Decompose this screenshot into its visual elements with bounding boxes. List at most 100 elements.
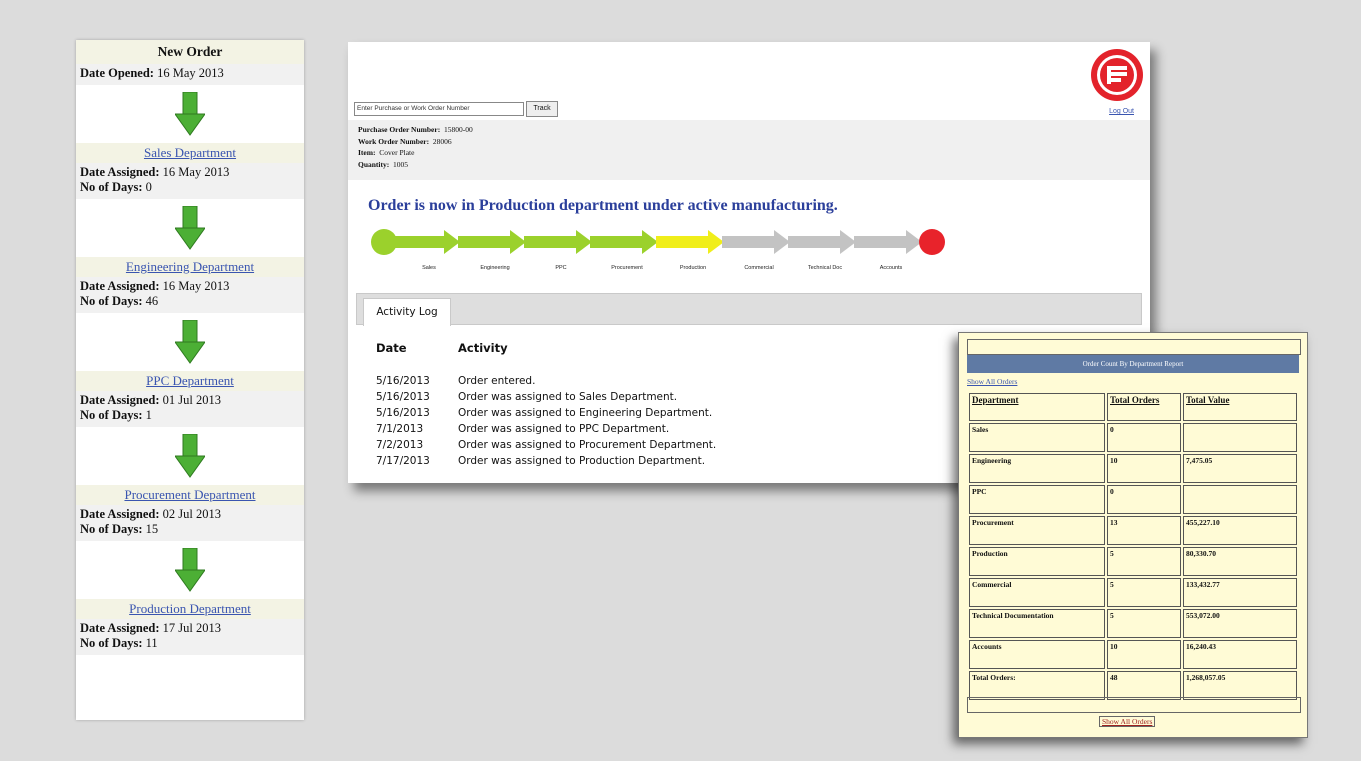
report-cell-orders: 5: [1107, 609, 1181, 638]
department-link[interactable]: Production Department: [129, 601, 251, 616]
progress-step-arrow: [524, 230, 592, 254]
tab-activity-log[interactable]: Activity Log: [363, 298, 451, 326]
date-assigned-label: Date Assigned:: [80, 165, 160, 179]
show-all-orders-link[interactable]: Show All Orders: [967, 377, 1017, 386]
days-value: 0: [145, 180, 152, 194]
report-empty-row: [967, 697, 1301, 713]
department-link[interactable]: PPC Department: [146, 373, 234, 388]
show-all-orders-bottom-link[interactable]: Show All Orders: [1099, 716, 1156, 727]
department-dates: Date Assigned: 02 Jul 2013 No of Days: 15: [76, 505, 304, 541]
days-value: 46: [145, 294, 159, 308]
report-cell-dept: Sales: [969, 423, 1105, 452]
report-row: Commercial 5 133,432.77: [969, 578, 1297, 607]
date-opened: Date Opened: 16 May 2013: [76, 64, 304, 85]
order-detail-row: Purchase Order Number: 15800-00: [358, 124, 1140, 136]
report-cell-value: 1,268,057.05: [1183, 671, 1297, 700]
report-cell-value: 133,432.77: [1183, 578, 1297, 607]
days-label: No of Days:: [80, 636, 143, 650]
down-arrow-icon: [76, 199, 304, 257]
report-cell-value: 455,227.10: [1183, 516, 1297, 545]
workflow-steps: Sales Department Date Assigned: 16 May 20…: [76, 85, 304, 655]
report-row: Sales 0: [969, 423, 1297, 452]
order-detail-row: Work Order Number: 28006: [358, 136, 1140, 148]
progress-step-label: Procurement: [611, 265, 643, 271]
order-status-message: Order is now in Production department un…: [368, 197, 838, 214]
detail-value: 1005: [393, 159, 409, 169]
department-link-bar: Procurement Department: [76, 485, 304, 505]
log-date: 7/17/2013: [376, 455, 430, 467]
report-cell-dept: Engineering: [969, 454, 1105, 483]
workflow-title: New Order: [76, 40, 304, 64]
progress-step-label: Sales: [422, 265, 436, 271]
date-assigned-value: 17 Jul 2013: [162, 621, 221, 635]
track-button[interactable]: Track: [526, 101, 558, 117]
report-cell-dept: Commercial: [969, 578, 1105, 607]
report-cell-orders: 5: [1107, 547, 1181, 576]
report-cell-value: 553,072.00: [1183, 609, 1297, 638]
department-link[interactable]: Sales Department: [144, 145, 236, 160]
report-column-header: Department: [969, 393, 1105, 421]
department-link-bar: Production Department: [76, 599, 304, 619]
department-dates: Date Assigned: 16 May 2013 No of Days: 46: [76, 277, 304, 313]
order-detail-row: Quantity: 1005: [358, 159, 1140, 171]
log-date: 7/1/2013: [376, 423, 424, 435]
department-report-window: Order Count By Department Report Show Al…: [958, 332, 1308, 738]
date-assigned-value: 02 Jul 2013: [162, 507, 221, 521]
order-workflow-panel: New Order Date Opened: 16 May 2013 Sales…: [76, 40, 304, 720]
progress-step-arrow: [656, 230, 724, 254]
date-assigned-value: 01 Jul 2013: [162, 393, 221, 407]
date-assigned-label: Date Assigned:: [80, 279, 160, 293]
report-cell-orders: 10: [1107, 454, 1181, 483]
report-title: Order Count By Department Report: [967, 355, 1299, 373]
days-label: No of Days:: [80, 180, 143, 194]
department-dates: Date Assigned: 16 May 2013 No of Days: 0: [76, 163, 304, 199]
report-column-header: Total Value: [1183, 393, 1297, 421]
date-assigned-value: 16 May 2013: [162, 279, 230, 293]
department-link[interactable]: Procurement Department: [124, 487, 255, 502]
order-search-input[interactable]: Enter Purchase or Work Order Number: [354, 102, 524, 116]
report-row: PPC 0: [969, 485, 1297, 514]
log-activity: Order was assigned to Procurement Depart…: [458, 439, 717, 451]
report-cell-dept: Technical Documentation: [969, 609, 1105, 638]
progress-step-label: Technical Doc: [808, 265, 842, 271]
department-dates: Date Assigned: 01 Jul 2013 No of Days: 1: [76, 391, 304, 427]
date-assigned-value: 16 May 2013: [162, 165, 230, 179]
order-details: Purchase Order Number: 15800-00 Work Orde…: [348, 120, 1150, 180]
detail-label: Purchase Order Number:: [358, 125, 441, 134]
report-cell-value: 80,330.70: [1183, 547, 1297, 576]
progress-step-label: Accounts: [880, 265, 903, 271]
days-value: 11: [145, 636, 158, 650]
logout-link[interactable]: Log Out: [1109, 108, 1134, 115]
date-assigned-label: Date Assigned:: [80, 621, 160, 635]
report-cell-value: [1183, 423, 1297, 452]
report-cell-dept: Procurement: [969, 516, 1105, 545]
log-header-date: Date: [376, 341, 407, 355]
report-cell-dept: Accounts: [969, 640, 1105, 669]
report-row: Technical Documentation 5 553,072.00: [969, 609, 1297, 638]
progress-step-arrow: [788, 230, 856, 254]
progress-step-arrow: [458, 230, 526, 254]
report-cell-value: 7,475.05: [1183, 454, 1297, 483]
report-cell-value: [1183, 485, 1297, 514]
report-header-row: Department Total Orders Total Value: [969, 393, 1297, 421]
date-opened-value: 16 May 2013: [157, 66, 224, 80]
detail-label: Work Order Number:: [358, 136, 430, 146]
tab-strip: Activity Log: [356, 293, 1142, 326]
department-link-bar: PPC Department: [76, 371, 304, 391]
report-cell-dept: Total Orders:: [969, 671, 1105, 700]
log-date: 5/16/2013: [376, 391, 430, 403]
down-arrow-icon: [76, 427, 304, 485]
days-label: No of Days:: [80, 522, 143, 536]
department-link[interactable]: Engineering Department: [126, 259, 254, 274]
report-cell-orders: 0: [1107, 423, 1181, 452]
report-column-header: Total Orders: [1107, 393, 1181, 421]
progress-step-arrow: [854, 230, 922, 254]
log-activity: Order was assigned to Production Departm…: [458, 455, 706, 467]
log-activity: Order was assigned to Sales Department.: [458, 391, 678, 403]
report-cell-orders: 10: [1107, 640, 1181, 669]
log-date: 5/16/2013: [376, 407, 430, 419]
report-row: Procurement 13 455,227.10: [969, 516, 1297, 545]
top-bar: Enter Purchase or Work Order Number Trac…: [348, 42, 1150, 120]
down-arrow-icon: [76, 313, 304, 371]
report-row: Accounts 10 16,240.43: [969, 640, 1297, 669]
